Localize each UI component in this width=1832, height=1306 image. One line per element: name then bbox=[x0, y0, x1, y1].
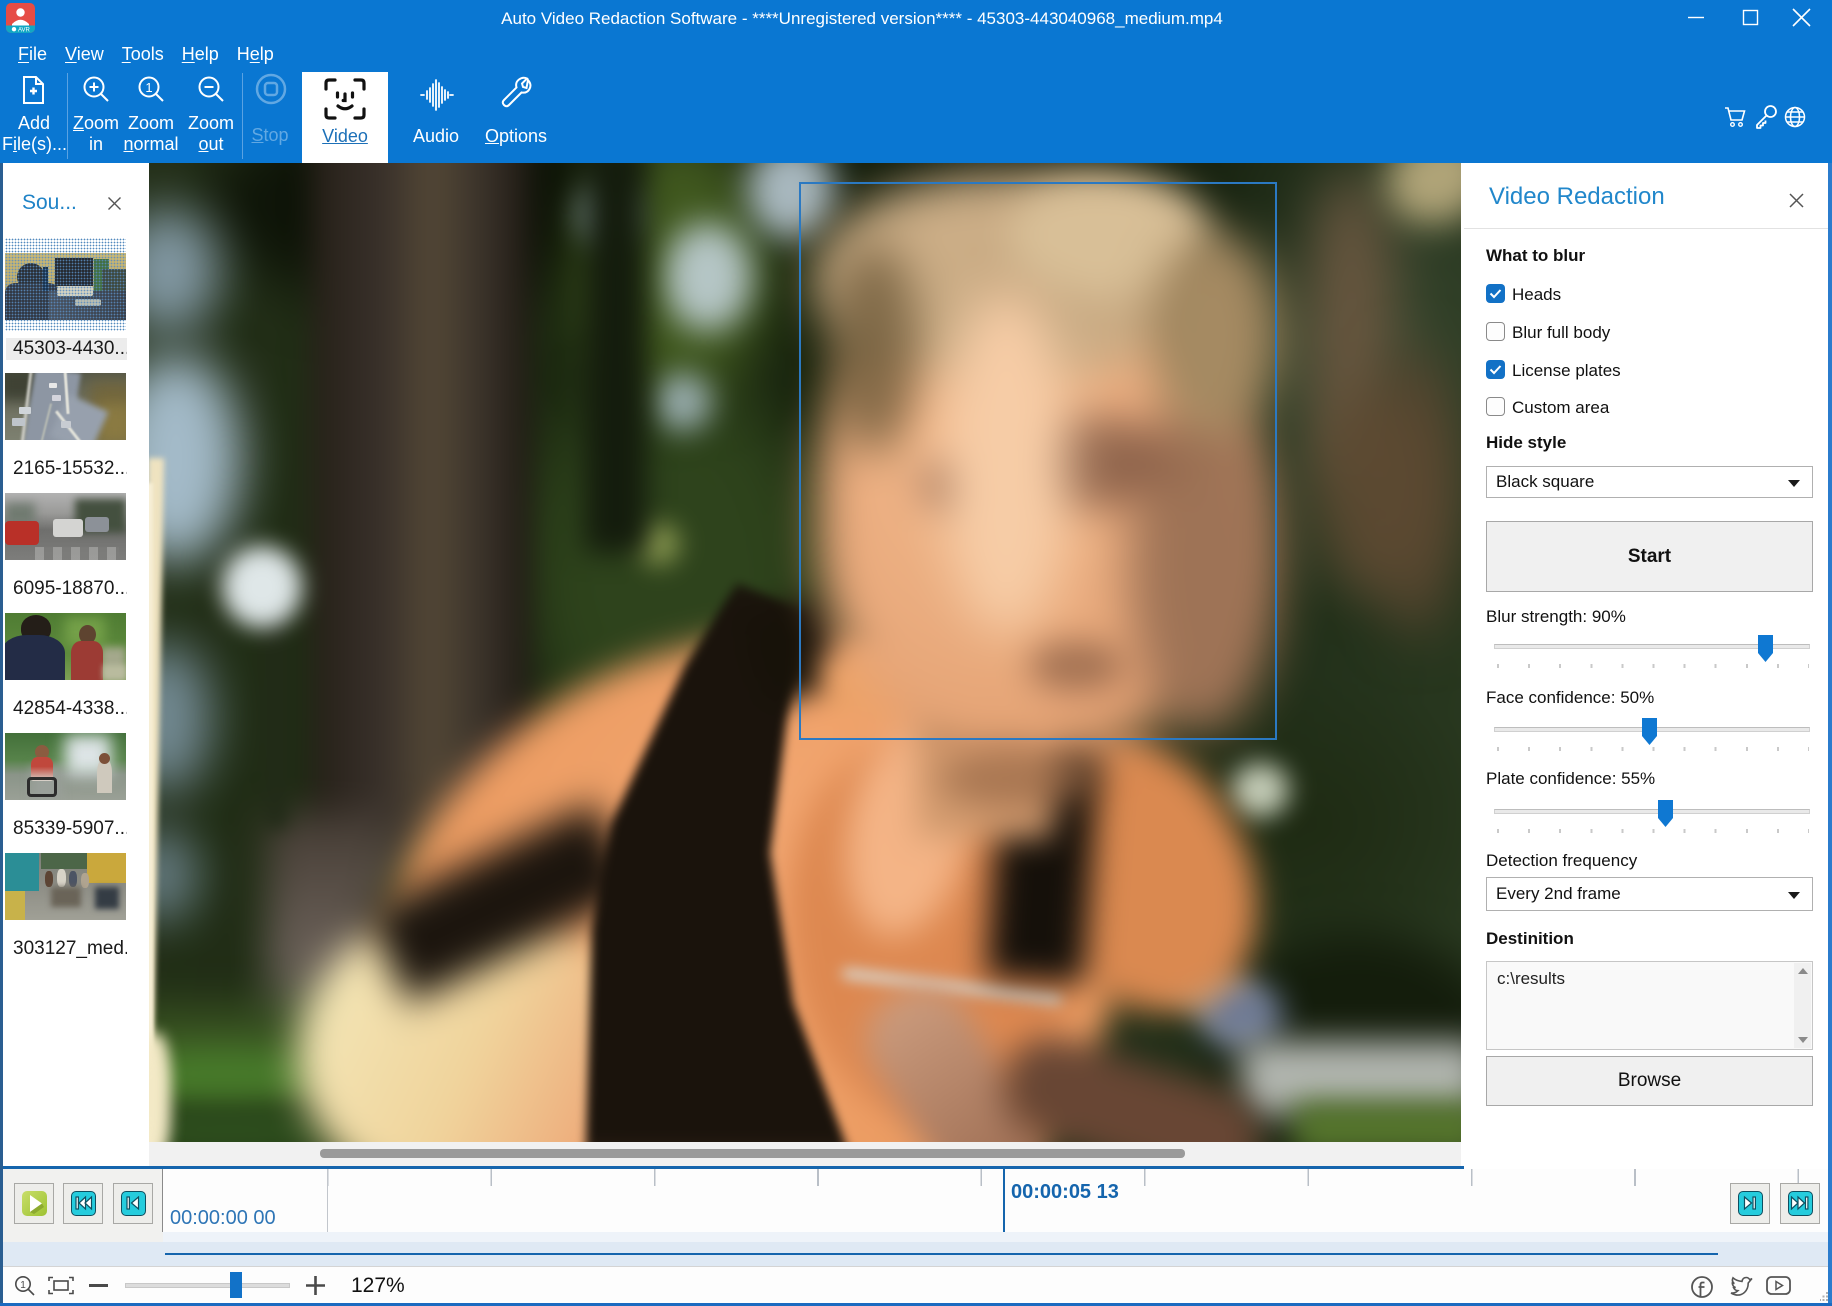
svg-text:1: 1 bbox=[20, 1280, 26, 1291]
svg-text:1: 1 bbox=[145, 80, 152, 95]
svg-text:AVR: AVR bbox=[18, 28, 31, 33]
